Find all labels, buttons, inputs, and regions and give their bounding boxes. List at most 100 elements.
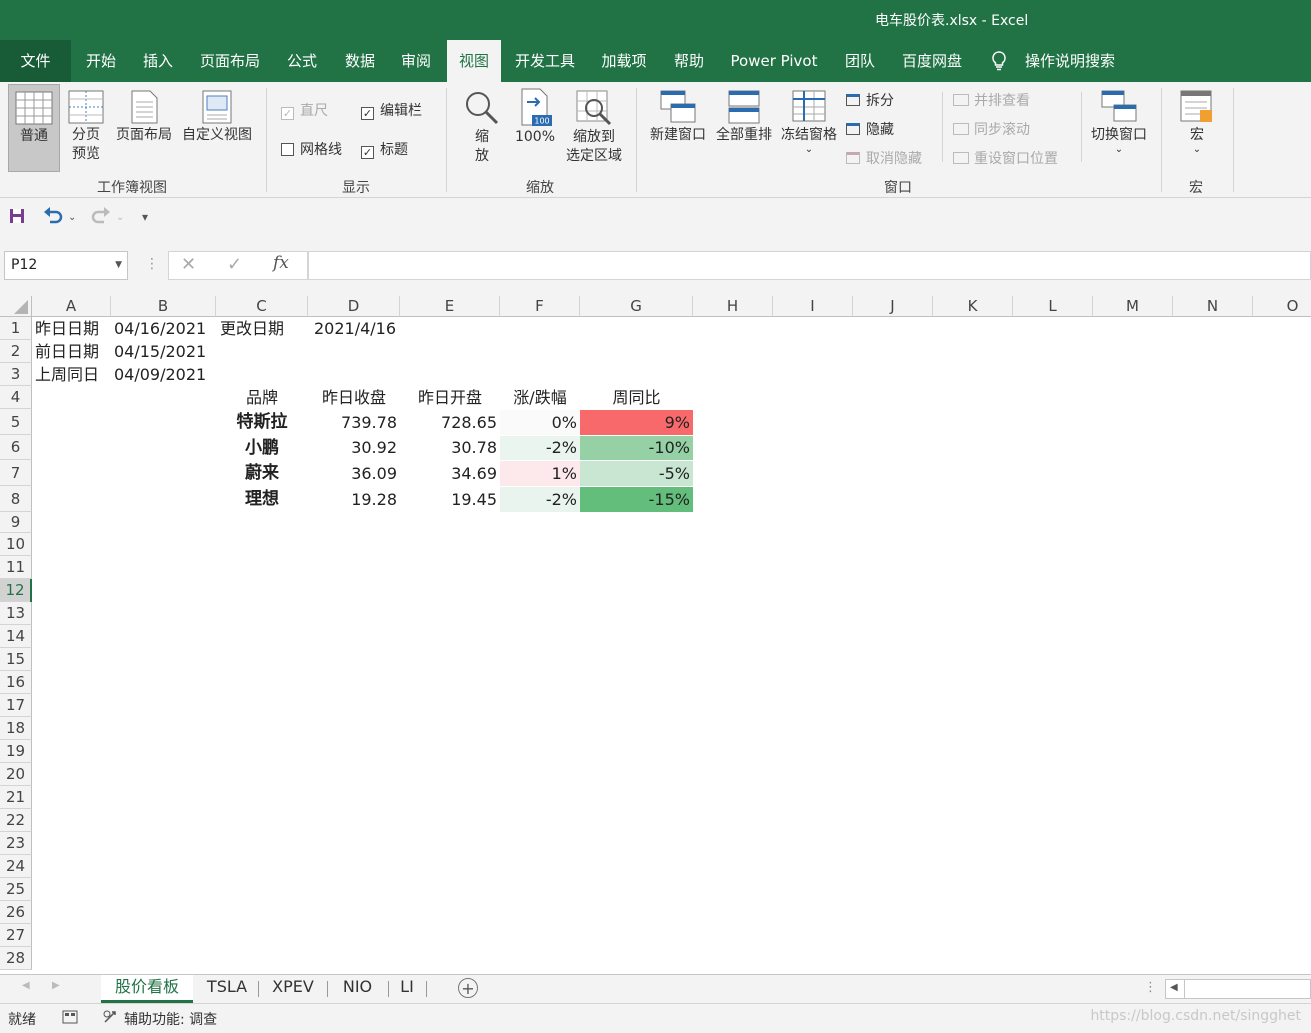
row-header-12[interactable]: 12 (0, 579, 32, 602)
customize-qat-icon[interactable]: ▾ (142, 210, 148, 224)
row-header-26[interactable]: 26 (0, 901, 32, 924)
sheet-tab-li[interactable]: LI (390, 975, 424, 1003)
tab-help[interactable]: 帮助 (664, 40, 714, 82)
tab-insert[interactable]: 插入 (132, 40, 184, 82)
tell-me-search[interactable]: 操作说明搜索 (1018, 40, 1122, 82)
cell-c5[interactable]: 特斯拉 (216, 409, 308, 435)
cell-g4[interactable]: 周同比 (580, 386, 693, 409)
cell-d8[interactable]: 19.28 (308, 486, 400, 512)
cell-c6[interactable]: 小鹏 (216, 435, 308, 460)
zoom-button[interactable]: 缩 放 (460, 84, 504, 170)
tab-file[interactable]: 文件 (0, 40, 71, 82)
column-header-l[interactable]: L (1013, 296, 1093, 317)
tab-add-ins[interactable]: 加载项 (592, 40, 656, 82)
cell-f6[interactable]: -2% (500, 435, 580, 460)
cell-e4[interactable]: 昨日开盘 (400, 386, 500, 409)
unhide-button[interactable]: 取消隐藏 (846, 148, 922, 168)
column-header-h[interactable]: H (693, 296, 773, 317)
row-header-13[interactable]: 13 (0, 602, 32, 625)
page-break-preview-button[interactable]: 分页 预览 (62, 84, 110, 170)
cell-f5[interactable]: 0% (500, 409, 580, 435)
macro-record-icon[interactable] (62, 1009, 78, 1029)
column-header-c[interactable]: C (216, 296, 308, 317)
accessibility-icon[interactable] (102, 1009, 120, 1029)
cell-c4[interactable]: 品牌 (216, 386, 308, 409)
cell-d1[interactable]: 2021/4/16 (308, 317, 402, 340)
cell-e6[interactable]: 30.78 (400, 435, 500, 460)
redo-dropdown-icon[interactable]: ⌄ (116, 212, 124, 223)
row-header-2[interactable]: 2 (0, 340, 32, 363)
cell-g5[interactable]: 9% (580, 409, 693, 435)
cell-d7[interactable]: 36.09 (308, 460, 400, 486)
column-header-f[interactable]: F (500, 296, 580, 317)
tab-team[interactable]: 团队 (834, 40, 886, 82)
reset-window-position-button[interactable]: 重设窗口位置 (953, 148, 1058, 168)
undo-dropdown-icon[interactable]: ⌄ (68, 212, 76, 223)
sheet-tab-tsla[interactable]: TSLA (196, 975, 258, 1003)
view-side-by-side-button[interactable]: 并排查看 (953, 90, 1030, 110)
tab-baidu-pan[interactable]: 百度网盘 (893, 40, 971, 82)
cell-c1[interactable]: 更改日期 (220, 317, 320, 340)
select-all-button[interactable] (0, 296, 32, 317)
cell-c7[interactable]: 蔚来 (216, 460, 308, 486)
row-header-16[interactable]: 16 (0, 671, 32, 694)
sheet-tab-股价看板[interactable]: 股价看板 (101, 975, 193, 1003)
row-header-1[interactable]: 1 (0, 317, 32, 340)
insert-function-icon[interactable]: fx (273, 253, 289, 273)
row-header-28[interactable]: 28 (0, 947, 32, 970)
cell-f8[interactable]: -2% (500, 486, 580, 512)
column-header-m[interactable]: M (1093, 296, 1173, 317)
row-header-15[interactable]: 15 (0, 648, 32, 671)
cell-g6[interactable]: -10% (580, 435, 693, 460)
add-sheet-icon[interactable]: + (458, 978, 478, 998)
tab-view[interactable]: 视图 (447, 40, 501, 82)
row-header-21[interactable]: 21 (0, 786, 32, 809)
row-header-18[interactable]: 18 (0, 717, 32, 740)
cell-e5[interactable]: 728.65 (400, 409, 500, 435)
column-header-b[interactable]: B (111, 296, 216, 317)
row-header-19[interactable]: 19 (0, 740, 32, 763)
page-layout-view-button[interactable]: 页面布局 (113, 84, 175, 170)
cell-d6[interactable]: 30.92 (308, 435, 400, 460)
freeze-panes-button[interactable]: 冻结窗格 ⌄ (777, 84, 841, 170)
gridlines-checkbox[interactable]: 网格线 (281, 139, 342, 159)
ruler-checkbox[interactable]: ✓ 直尺 (281, 100, 328, 120)
column-header-j[interactable]: J (853, 296, 933, 317)
cell-d4[interactable]: 昨日收盘 (308, 386, 400, 409)
drag-handle-icon[interactable]: ⋮ (145, 256, 159, 272)
row-header-10[interactable]: 10 (0, 533, 32, 556)
row-header-25[interactable]: 25 (0, 878, 32, 901)
switch-windows-button[interactable]: 切换窗口 ⌄ (1086, 84, 1152, 170)
row-header-8[interactable]: 8 (0, 486, 32, 512)
row-header-11[interactable]: 11 (0, 556, 32, 579)
new-window-button[interactable]: 新建窗口 (646, 84, 710, 170)
column-header-k[interactable]: K (933, 296, 1013, 317)
column-header-d[interactable]: D (308, 296, 400, 317)
split-button[interactable]: 拆分 (846, 90, 894, 110)
cell-f4[interactable]: 涨/跌幅 (500, 386, 580, 409)
tab-power-pivot[interactable]: Power Pivot (722, 40, 826, 82)
cell-a1[interactable]: 昨日日期 (35, 317, 114, 340)
name-box[interactable]: P12 ▼ (4, 251, 128, 280)
cell-b2[interactable]: 04/15/2021 (114, 340, 219, 363)
cell-e7[interactable]: 34.69 (400, 460, 500, 486)
row-header-5[interactable]: 5 (0, 409, 32, 435)
cell-a2[interactable]: 前日日期 (35, 340, 114, 363)
custom-views-button[interactable]: 自定义视图 (178, 84, 256, 170)
hide-button[interactable]: 隐藏 (846, 119, 894, 139)
cell-c8[interactable]: 理想 (216, 486, 308, 512)
column-header-o[interactable]: O (1253, 296, 1311, 317)
zoom-to-selection-button[interactable]: 缩放到 选定区域 (562, 84, 626, 170)
tab-developer[interactable]: 开发工具 (507, 40, 583, 82)
accessibility-status[interactable]: 辅助功能: 调查 (124, 1009, 217, 1029)
tab-data[interactable]: 数据 (334, 40, 386, 82)
tab-review[interactable]: 审阅 (390, 40, 442, 82)
tab-page-layout[interactable]: 页面布局 (192, 40, 268, 82)
column-header-n[interactable]: N (1173, 296, 1253, 317)
arrange-all-button[interactable]: 全部重排 (712, 84, 776, 170)
row-header-14[interactable]: 14 (0, 625, 32, 648)
drag-handle-icon[interactable]: ⋮ (1144, 980, 1157, 995)
zoom-100-button[interactable]: 100 100% (511, 84, 559, 170)
horizontal-scrollbar[interactable]: ◀ (1165, 979, 1311, 999)
sync-scroll-button[interactable]: 同步滚动 (953, 119, 1030, 139)
